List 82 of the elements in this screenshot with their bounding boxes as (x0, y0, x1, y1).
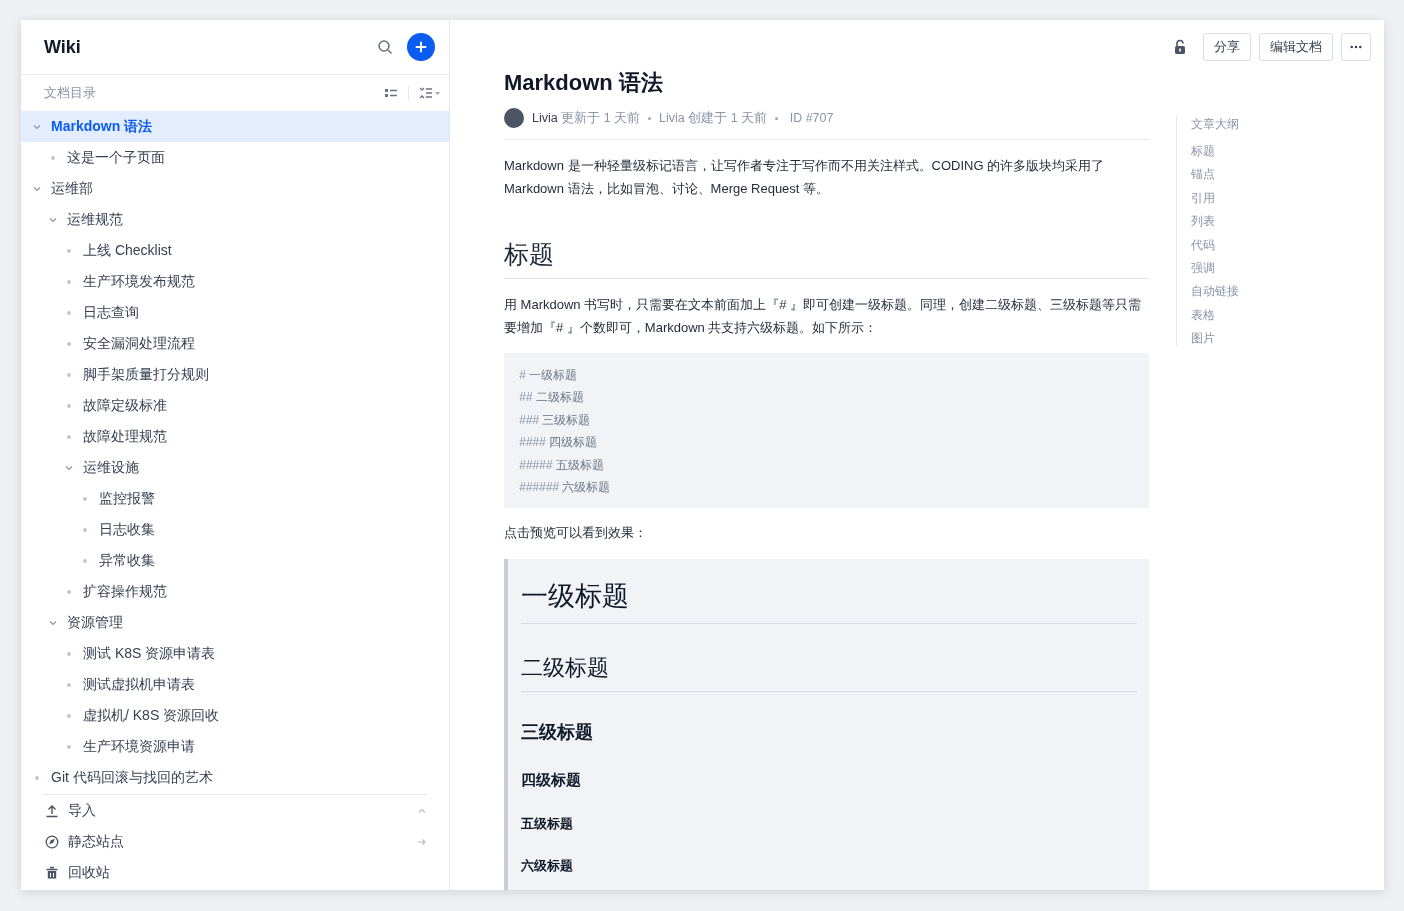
bullet-icon (67, 744, 71, 749)
more-icon (1350, 45, 1362, 49)
paragraph: 用 Markdown 书写时，只需要在文本前面加上『# 』即可创建一级标题。同理，创建二级标题、三级标题等只需要增加『# 』个数即可，Markdown 共支持六级标题。如下所示： (504, 296, 1143, 337)
tree-item[interactable]: 资源管理 (21, 607, 449, 638)
avatar (504, 108, 524, 128)
bullet-icon (67, 651, 71, 656)
meta-text: Livia 更新于 1 天前 (532, 109, 641, 127)
sidebar-link[interactable]: 回收站 (43, 857, 427, 888)
bullet-icon (67, 310, 71, 315)
bullet-icon (83, 496, 87, 501)
bullet-icon (67, 279, 71, 284)
list-view-icon[interactable] (384, 86, 398, 100)
tree-item[interactable]: 安全漏洞处理流程 (21, 328, 449, 359)
add-button[interactable] (407, 33, 435, 61)
tree-item[interactable]: 日志收集 (21, 514, 449, 545)
tree-item[interactable]: 监控报警 (21, 483, 449, 514)
meta-text: Livia 创建于 1 天前 (659, 109, 768, 127)
separator-dot (775, 116, 779, 120)
plus-icon (414, 40, 428, 54)
preview-heading: 六级标题 (521, 859, 573, 874)
section-label: 文档目录 (44, 84, 97, 102)
code-line: #### 四级标题 (519, 434, 599, 452)
arrow-right-icon[interactable] (417, 836, 427, 847)
tree-item[interactable]: 这是一个子页面 (21, 142, 449, 173)
bullet-icon (67, 682, 71, 687)
sidebar-title: Wiki (44, 36, 82, 58)
bullet-icon (67, 589, 71, 594)
trash-icon (45, 865, 59, 880)
bullet-icon (51, 155, 55, 160)
compass-icon (45, 834, 59, 849)
code-line: ### 三级标题 (519, 411, 592, 429)
upload-icon (45, 803, 59, 818)
preview-heading: 三级标题 (521, 722, 593, 743)
code-line: ###### 六级标题 (519, 479, 612, 497)
bullet-icon (67, 403, 71, 408)
paragraph: 点击预览可以看到效果： (504, 524, 648, 543)
preview-heading: 一级标题 (521, 581, 629, 612)
preview-heading: 四级标题 (521, 772, 581, 789)
intro-paragraph: Markdown 是一种轻量级标记语言，让写作者专注于写作而不用关注样式。CODING 的许多版块均采用了 Markdown 语法，比如冒泡、讨论、Merge Request 等。 (504, 157, 1106, 198)
tree-item[interactable]: 测试虚拟机申请表 (21, 669, 449, 700)
tree-item[interactable]: 故障处理规范 (21, 421, 449, 452)
code-line: ##### 五级标题 (519, 456, 605, 474)
tree-item[interactable]: 故障定级标准 (21, 390, 449, 421)
section-heading: 标题 (504, 238, 1149, 279)
unlock-icon[interactable] (1173, 39, 1187, 55)
sidebar-link[interactable]: 导入 (43, 795, 427, 826)
code-line: # 一级标题 (519, 367, 579, 384)
tree-item[interactable]: 运维部 (21, 173, 449, 204)
search-icon[interactable] (377, 39, 393, 55)
bullet-icon (83, 558, 87, 563)
toolbar-button[interactable]: 分享 (1203, 33, 1251, 61)
tree-item[interactable]: Git 代码回滚与找回的艺术 (21, 762, 449, 793)
bullet-icon (67, 713, 71, 718)
bullet-icon (67, 434, 71, 439)
tree-item[interactable]: Markdown 语法 (21, 111, 449, 142)
bullet-icon (67, 248, 71, 253)
preview-heading: 二级标题 (521, 655, 609, 681)
preview-heading: 五级标题 (521, 816, 573, 832)
tree-item[interactable]: 测试 K8S 资源申请表 (21, 638, 449, 669)
document-title: Markdown 语法 (504, 69, 664, 97)
separator-dot (648, 116, 652, 120)
tree-item[interactable]: 脚手架质量打分规则 (21, 359, 449, 390)
tree-item[interactable]: 扩容操作规范 (21, 576, 449, 607)
tree-item[interactable]: 异常收集 (21, 545, 449, 576)
outline-title: 文章大纲 (1191, 116, 1239, 132)
bullet-icon (67, 341, 71, 346)
tree-item[interactable]: 虚拟机/ K8S 资源回收 (21, 700, 449, 731)
bullet-icon (67, 372, 71, 377)
tree-item[interactable]: 日志查询 (21, 297, 449, 328)
code-line: ## 二级标题 (519, 389, 585, 407)
sidebar-link[interactable]: 静态站点 (43, 826, 427, 857)
bullet-icon (35, 775, 39, 780)
tree-item[interactable]: 上线 Checklist (21, 235, 449, 266)
tree-item[interactable]: 生产环境发布规范 (21, 266, 449, 297)
tree-item[interactable]: 运维设施 (21, 452, 449, 483)
tree-item[interactable]: 生产环境资源申请 (21, 731, 449, 762)
bullet-icon (83, 527, 87, 532)
collapse-all-icon[interactable] (419, 86, 441, 100)
toolbar-button[interactable]: 编辑文档 (1259, 33, 1333, 61)
more-button[interactable] (1341, 33, 1371, 61)
tree-item[interactable]: 运维规范 (21, 204, 449, 235)
meta-text: ID #707 (788, 111, 834, 125)
